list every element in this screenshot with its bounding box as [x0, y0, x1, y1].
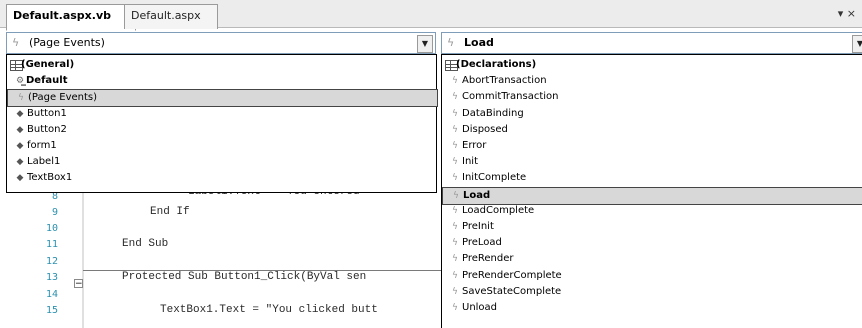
method-item[interactable]: ϟ PreLoad — [442, 235, 862, 251]
bolt-icon: ϟ — [447, 36, 455, 49]
method-item[interactable]: ϟ SaveStateComplete — [442, 284, 862, 300]
bolt-icon: ϟ — [452, 205, 458, 216]
class-name-value: (Page Events) — [29, 36, 105, 49]
field-icon: ◆ — [16, 108, 24, 119]
class-item-label: form1 — [27, 140, 57, 151]
method-item[interactable]: ϟ Error — [442, 138, 862, 154]
method-item[interactable]: ϟ PreInit — [442, 219, 862, 235]
bolt-icon: ϟ — [452, 76, 458, 87]
class-item-label: (Page Events) — [28, 92, 98, 104]
tab-default-aspx-vb[interactable]: Default.aspx.vb — [6, 4, 136, 31]
method-item-label: CommitTransaction — [462, 91, 559, 103]
method-item-label: LoadComplete — [462, 204, 535, 216]
class-item-label: (General) — [21, 59, 75, 70]
bolt-icon: ϟ — [452, 254, 458, 265]
method-dropdown-list: (Declarations) ϟ AbortTransaction ϟ CommitTr… — [441, 54, 862, 328]
bolt-icon: ϟ — [452, 238, 458, 249]
line-number: 14 — [45, 289, 58, 300]
code-line[interactable]: End If — [150, 206, 190, 218]
class-item[interactable]: ◆ TextBox1 — [7, 170, 436, 186]
method-item-label: SaveStateComplete — [462, 285, 562, 297]
field-icon: ◆ — [16, 173, 24, 184]
collapse-toggle-icon[interactable]: − — [74, 279, 83, 289]
class-item-label: _Default — [21, 75, 68, 87]
field-icon: ◆ — [16, 141, 24, 151]
method-item[interactable]: ϟ DataBinding — [442, 106, 862, 122]
field-icon: ◆ — [16, 124, 24, 135]
class-name-combobox[interactable]: ϟ (Page Events) ▼ — [6, 32, 436, 54]
class-item-label: Button2 — [27, 123, 67, 135]
bolt-icon: ϟ — [452, 173, 458, 184]
class-item[interactable]: ⚙ _Default — [7, 73, 436, 89]
bolt-icon: ϟ — [453, 190, 459, 201]
bolt-icon: ϟ — [18, 93, 24, 104]
class-dropdown-list: (General) ⚙ _Default ϟ (Page Events) ◆ Button1… — [6, 54, 438, 193]
method-item-label: PreRender — [462, 253, 514, 265]
bolt-icon: ϟ — [452, 108, 458, 119]
line-number: 13 — [45, 272, 58, 283]
bolt-icon: ϟ — [452, 141, 458, 151]
class-item[interactable]: ◆ Label1 — [7, 154, 436, 170]
line-number: 12 — [45, 256, 58, 267]
method-item[interactable]: ϟ PreRender — [442, 251, 862, 267]
field-icon: ◆ — [16, 157, 24, 168]
method-item-label: PreLoad — [462, 237, 502, 249]
chevron-down-icon[interactable]: ▼ — [852, 35, 862, 53]
class-item[interactable]: (General) — [7, 57, 436, 73]
line-number: 11 — [45, 239, 58, 250]
class-item-label: TextBox1 — [27, 172, 73, 184]
method-item-label: (Declarations) — [456, 59, 537, 70]
method-item-label: DataBinding — [462, 107, 524, 119]
line-number: 10 — [45, 223, 58, 234]
method-item-label: PreRenderComplete — [462, 269, 562, 281]
tab-menu-icon[interactable]: ▾ × — [838, 7, 856, 20]
class-item-label: Button1 — [27, 107, 67, 119]
method-item[interactable]: ϟ AbortTransaction — [442, 73, 862, 89]
method-item[interactable]: ϟ Disposed — [442, 122, 862, 138]
code-line[interactable]: Protected Sub Button1_Click(ByVal sen — [122, 271, 366, 283]
method-item-label: Load — [463, 189, 491, 201]
method-item[interactable]: (Declarations) — [442, 57, 862, 73]
method-item-label: Disposed — [462, 123, 508, 135]
method-item[interactable]: ϟ CommitTransaction — [442, 89, 862, 105]
bolt-icon: ϟ — [452, 303, 458, 313]
bolt-icon: ϟ — [452, 270, 458, 281]
method-item-label: Error — [462, 140, 487, 151]
method-item[interactable]: ϟ Init — [442, 154, 862, 170]
code-line[interactable]: End Sub — [122, 238, 168, 250]
class-item[interactable]: ◆ Button1 — [7, 106, 436, 122]
bolt-icon: ϟ — [452, 124, 458, 135]
tab-default-aspx[interactable]: Default.aspx — [124, 4, 218, 29]
bolt-icon: ϟ — [452, 222, 458, 232]
code-line[interactable]: TextBox1.Text = "You clicked butt — [160, 304, 378, 316]
method-item-label: InitComplete — [462, 172, 527, 184]
document-tab-strip: Default.aspx.vb Default.aspx ▾ × — [0, 0, 862, 31]
bolt-icon: ϟ — [452, 286, 458, 297]
class-item[interactable]: ◆ Button2 — [7, 122, 436, 138]
class-item[interactable]: ◆ form1 — [7, 138, 436, 154]
chevron-down-icon[interactable]: ▼ — [417, 35, 433, 53]
bolt-icon: ϟ — [12, 36, 20, 49]
method-name-combobox[interactable]: ϟ Load ▼ — [441, 32, 862, 54]
method-item-label: AbortTransaction — [462, 75, 547, 87]
method-item-label: Init — [462, 156, 478, 168]
line-number: 15 — [45, 305, 58, 316]
method-item-label: Unload — [462, 302, 498, 313]
method-item[interactable]: ϟ Unload — [442, 300, 862, 316]
method-item-label: PreInit — [462, 221, 494, 232]
line-number: 9 — [51, 207, 58, 218]
class-item-label: Label1 — [27, 156, 61, 168]
method-item[interactable]: ϟ InitComplete — [442, 170, 862, 186]
method-item[interactable]: ϟ LoadComplete — [442, 203, 862, 219]
bolt-icon: ϟ — [452, 92, 458, 103]
method-name-value: Load — [464, 36, 494, 49]
bolt-icon: ϟ — [452, 157, 458, 168]
method-item[interactable]: ϟ PreRenderComplete — [442, 268, 862, 284]
